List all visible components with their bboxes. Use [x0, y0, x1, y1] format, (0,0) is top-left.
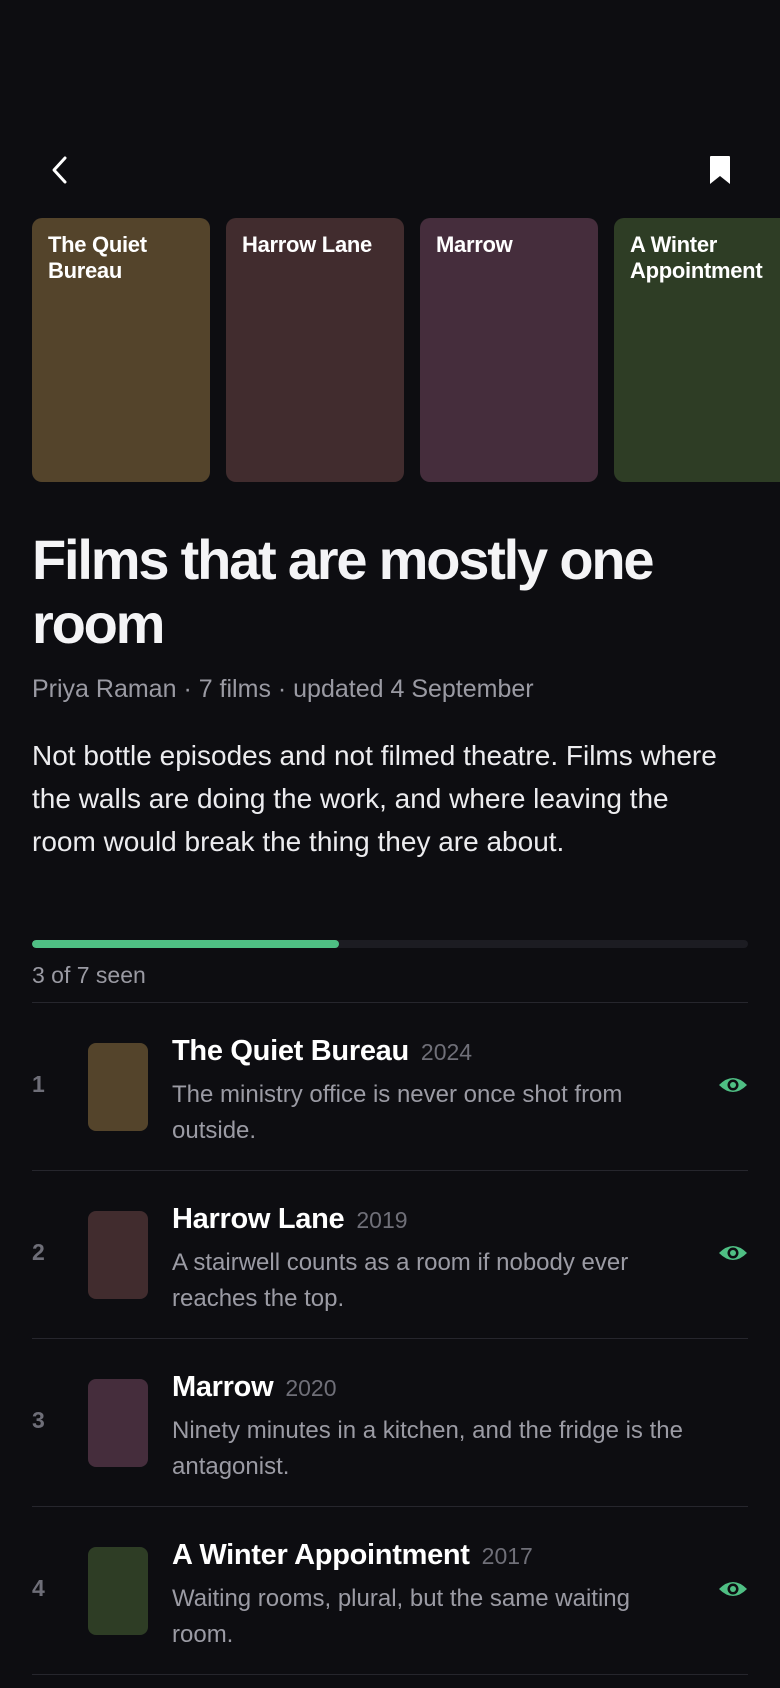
poster-card[interactable]: The Quiet Bureau [32, 218, 210, 482]
film-thumbnail [88, 1379, 148, 1467]
film-title: A Winter Appointment [172, 1539, 470, 1571]
film-note: Waiting rooms, plural, but the same wait… [172, 1585, 630, 1648]
list-item[interactable]: 1 The Quiet Bureau 2024 The ministry offi… [32, 1003, 748, 1171]
list-description: Not bottle episodes and not filmed theat… [32, 740, 717, 857]
film-year: 2020 [285, 1375, 337, 1401]
page-title: Films that are mostly one room [32, 528, 654, 655]
eye-icon[interactable] [718, 1241, 748, 1265]
film-title: The Quiet Bureau [172, 1035, 409, 1067]
film-rank: 3 [32, 1407, 45, 1433]
progress-fill [32, 940, 339, 948]
list-item[interactable]: 4 A Winter Appointment 2017 Waiting rooms… [32, 1507, 748, 1675]
film-list: 1 The Quiet Bureau 2024 The ministry offi… [32, 1002, 748, 1675]
progress-bar [32, 940, 748, 948]
list-meta: Priya Raman · 7 films · updated 4 Septem… [32, 675, 534, 703]
film-thumbnail [88, 1043, 148, 1131]
film-rank: 4 [32, 1575, 45, 1601]
poster-title: A Winter Appointment [630, 232, 763, 283]
chevron-left-icon [52, 156, 67, 184]
progress-label: 3 of 7 seen [32, 962, 146, 988]
film-rank: 1 [32, 1071, 45, 1097]
film-thumbnail [88, 1211, 148, 1299]
film-title: Harrow Lane [172, 1203, 345, 1235]
film-thumbnail [88, 1547, 148, 1635]
film-note: A stairwell counts as a room if nobody e… [172, 1249, 629, 1312]
poster-card[interactable]: Harrow Lane [226, 218, 404, 482]
film-note: The ministry office is never once shot f… [172, 1081, 623, 1144]
poster-carousel[interactable]: The Quiet Bureau Harrow Lane Marrow A Wi… [32, 218, 780, 482]
poster-title: The Quiet Bureau [48, 232, 147, 283]
poster-title: Harrow Lane [242, 232, 372, 257]
film-year: 2024 [420, 1039, 473, 1065]
film-year: 2019 [356, 1207, 408, 1233]
back-button[interactable] [44, 150, 76, 190]
film-title: Marrow [172, 1371, 274, 1403]
poster-card[interactable]: A Winter Appointment [614, 218, 780, 482]
list-item[interactable]: 3 Marrow 2020 Ninety minutes in a kitchen… [32, 1339, 748, 1507]
film-heading: A Winter Appointment 2017 [172, 1535, 692, 1575]
film-heading: Harrow Lane 2019 [172, 1199, 692, 1239]
film-year: 2017 [481, 1543, 533, 1569]
film-heading: Marrow 2020 [172, 1367, 692, 1407]
eye-icon[interactable] [718, 1073, 748, 1097]
poster-card[interactable]: Marrow [420, 218, 598, 482]
poster-title: Marrow [436, 232, 513, 257]
film-rank: 2 [32, 1239, 45, 1265]
bookmark-icon [710, 156, 730, 184]
list-item[interactable]: 2 Harrow Lane 2019 A stairwell counts as … [32, 1171, 748, 1339]
film-note: Ninety minutes in a kitchen, and the fri… [172, 1417, 683, 1480]
film-heading: The Quiet Bureau 2024 [172, 1031, 692, 1071]
top-bar [0, 150, 780, 190]
bookmark-button[interactable] [704, 150, 736, 190]
eye-icon[interactable] [718, 1577, 748, 1601]
